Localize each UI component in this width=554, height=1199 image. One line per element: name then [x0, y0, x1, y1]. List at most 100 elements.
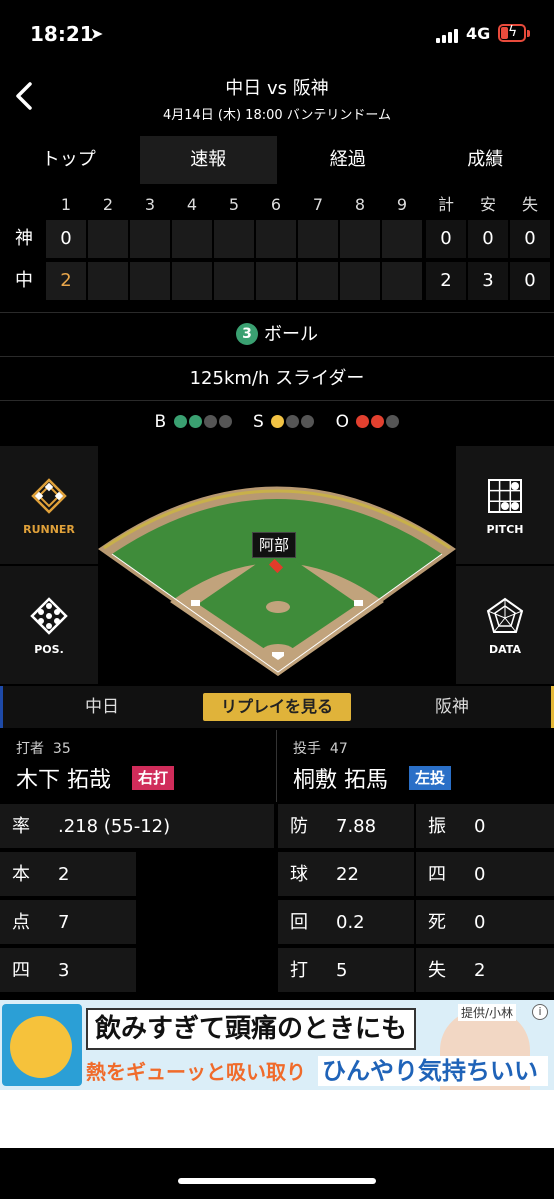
- divider: [0, 356, 554, 357]
- inning-header: 8: [354, 195, 366, 214]
- home-team-tab[interactable]: 中日: [52, 686, 152, 728]
- runner-diamond-icon: [31, 478, 67, 514]
- inning-score: [256, 220, 296, 258]
- out-dot: [386, 415, 400, 428]
- team-abbr: 中: [15, 270, 33, 291]
- ad-line-red: 熱をギューッと吸い取り: [86, 1060, 306, 1084]
- pitcher-name: 桐敷 拓馬: [293, 768, 388, 793]
- pitcher-hand-badge: 左投: [409, 766, 452, 790]
- inning-header: 2: [102, 195, 114, 214]
- inning-score: [340, 262, 380, 300]
- pitcher-stat: 回 0.2: [278, 900, 414, 946]
- inning-score: [298, 220, 338, 258]
- stat-value: 0.2: [336, 912, 365, 933]
- advertisement-banner[interactable]: 飲みすぎて頭痛のときにも 熱をギューッと吸い取り ひんやり気持ちいい 提供/小林…: [0, 1000, 554, 1090]
- positions-label: POS.: [34, 643, 64, 656]
- positions-icon: [30, 597, 68, 635]
- pitch-result: 3 ボール: [0, 316, 554, 354]
- stat-key: 四: [12, 960, 30, 981]
- ad-headline: 飲みすぎて頭痛のときにも: [86, 1008, 416, 1050]
- fielder-label[interactable]: 阿部: [252, 532, 297, 558]
- stat-value: 0: [474, 912, 486, 933]
- battery-icon: ϟ: [498, 24, 526, 42]
- inning-score: 0: [46, 220, 86, 258]
- out-dot: [371, 415, 385, 428]
- ad-line-blue: ひんやり気持ちいい: [318, 1056, 548, 1086]
- replay-button[interactable]: リプレイを見る: [203, 693, 351, 721]
- ball-dot: [203, 415, 217, 428]
- tab-live[interactable]: 速報: [139, 136, 277, 184]
- stat-value: 2: [58, 864, 70, 885]
- inning-header: 6: [270, 195, 282, 214]
- clock: 18:21: [30, 22, 94, 46]
- third-base: [191, 600, 200, 606]
- batter-hand-badge: 右打: [132, 766, 175, 790]
- location-arrow-icon: ➤: [90, 24, 104, 43]
- runner-button[interactable]: RUNNER: [0, 446, 98, 564]
- status-bar: 18:21 ➤ 4G ϟ: [0, 0, 554, 66]
- stat-key: 点: [12, 912, 30, 933]
- inning-score: [130, 262, 170, 300]
- stat-key: 防: [290, 816, 308, 837]
- tab-top[interactable]: トップ: [0, 136, 138, 184]
- inning-score: 2: [46, 262, 86, 300]
- stat-key: 打: [290, 960, 308, 981]
- pitcher-stat: 振0: [416, 804, 554, 850]
- ball-dot: [218, 415, 232, 428]
- ad-sponsor-badge: 提供/小林: [458, 1004, 517, 1021]
- strikes-group: S: [253, 406, 315, 438]
- away-team-tab[interactable]: 阪神: [402, 686, 502, 728]
- inning-header: 9: [396, 195, 408, 214]
- game-subtitle: 4月14日 (木) 18:00 バンテリンドーム: [162, 108, 392, 123]
- stat-value: .218 (55-12): [58, 816, 171, 837]
- stat-value: 2: [474, 960, 486, 981]
- inning-score: [130, 220, 170, 258]
- battery-nub: [527, 30, 530, 37]
- inning-score: [382, 262, 422, 300]
- pitcher-stat: 四0: [416, 852, 554, 898]
- stat-value: 7.88: [336, 816, 377, 837]
- bottom-panel: [0, 1090, 554, 1148]
- pitch-chart-button[interactable]: PITCH: [456, 446, 554, 564]
- inning-score: [382, 220, 422, 258]
- pitch-detail: 125km/h スライダー: [189, 368, 365, 389]
- balls-label: B: [154, 412, 167, 432]
- home-team-color: [0, 686, 3, 728]
- score-row: 中2230: [0, 262, 554, 300]
- ball-dot: [188, 415, 202, 428]
- tab-stats[interactable]: 成績: [417, 136, 554, 184]
- strike-dot: [286, 415, 300, 428]
- positions-button[interactable]: POS.: [0, 566, 98, 684]
- stat-key: 四: [428, 864, 446, 885]
- radar-chart-icon: [486, 597, 524, 633]
- inning-header: 1: [60, 195, 72, 214]
- stat-key: 失: [428, 960, 446, 981]
- inning-header: 4: [186, 195, 198, 214]
- total-score: 0: [510, 262, 550, 300]
- stat-key: 回: [290, 912, 308, 933]
- network-type: 4G: [466, 24, 491, 43]
- data-button[interactable]: DATA: [456, 566, 554, 684]
- outs-group: O: [336, 406, 400, 438]
- batter-card[interactable]: 打者 35 木下 拓哉 右打: [0, 728, 276, 804]
- stat-key: 率: [12, 816, 30, 837]
- home-indicator[interactable]: [178, 1178, 376, 1184]
- out-dot: [356, 415, 370, 428]
- pitcher-stat: 球 22: [278, 852, 414, 898]
- baseball-field: [98, 486, 456, 676]
- inning-score: [88, 220, 128, 258]
- pitcher-card[interactable]: 投手 47 桐敷 拓馬 左投: [277, 728, 553, 804]
- inning-header: 計: [437, 195, 454, 214]
- balls-group: B: [155, 406, 232, 438]
- stat-value: 22: [336, 864, 359, 885]
- inning-score: [172, 262, 212, 300]
- signal-icon: [436, 27, 462, 43]
- total-score: 3: [468, 262, 508, 300]
- outs-label: O: [335, 412, 350, 432]
- tab-progress[interactable]: 経過: [279, 136, 417, 184]
- ad-info-icon[interactable]: i: [532, 1004, 548, 1020]
- pitcher-stat: 死0: [416, 900, 554, 946]
- total-score: 0: [510, 220, 550, 258]
- data-label: DATA: [489, 643, 521, 656]
- pitcher-stat: 打5: [278, 948, 414, 994]
